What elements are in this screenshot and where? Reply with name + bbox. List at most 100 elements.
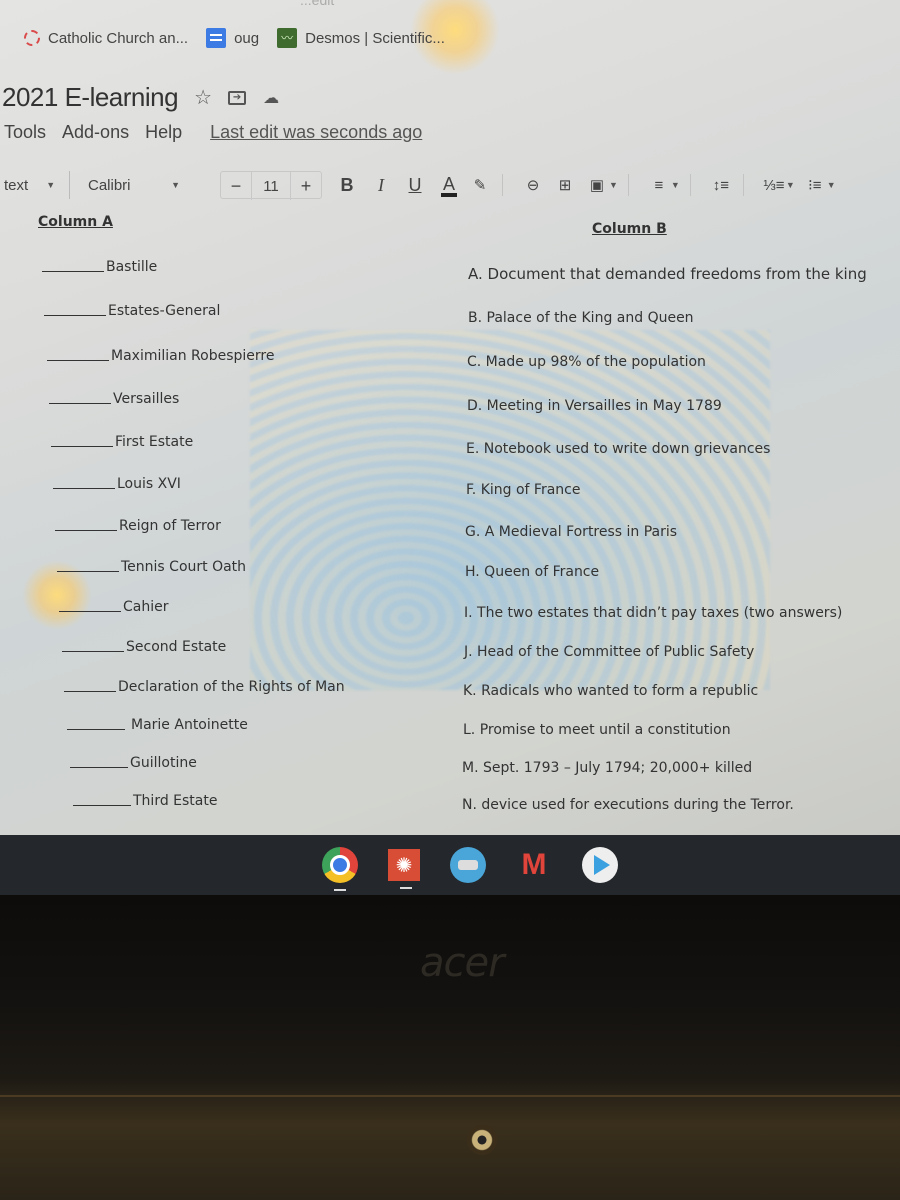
answer-blank[interactable]: [64, 691, 116, 692]
answer-blank[interactable]: [67, 729, 125, 730]
chevron-down-icon[interactable]: ▼: [609, 180, 618, 190]
menu-help[interactable]: Help: [145, 122, 182, 143]
definition-item: M. Sept. 1793 – July 1794; 20,000+ kille…: [462, 760, 753, 776]
answer-blank[interactable]: [59, 611, 121, 612]
running-indicator: [334, 889, 346, 891]
cloud-saved-icon[interactable]: ☁: [260, 88, 282, 108]
column-a-item[interactable]: Maximilian Robespierre: [47, 348, 274, 364]
play-store-icon[interactable]: [582, 847, 618, 883]
answer-blank[interactable]: [62, 651, 124, 652]
bookmark-desmos[interactable]: 〰 Desmos | Scientific...: [277, 28, 445, 48]
column-a-item[interactable]: Versailles: [49, 391, 179, 407]
screen-moire: [250, 330, 770, 690]
decrease-font-size-button[interactable]: −: [221, 172, 251, 200]
laptop-brand-logo: acer: [420, 940, 505, 986]
style-value: text: [4, 176, 29, 194]
term-text: Second Estate: [126, 639, 227, 655]
text-color-button[interactable]: A: [438, 171, 460, 199]
definition-item: E. Notebook used to write down grievance…: [466, 441, 771, 457]
column-a-item[interactable]: Third Estate: [73, 793, 217, 809]
chevron-down-icon[interactable]: ▼: [827, 180, 836, 190]
canvas-app-icon[interactable]: [388, 849, 420, 889]
align-icon[interactable]: ≡: [647, 171, 671, 199]
definition-item: G. A Medieval Fortress in Paris: [465, 524, 678, 540]
bookmark-label: Catholic Church an...: [48, 29, 189, 47]
bold-button[interactable]: B: [336, 171, 358, 199]
menu-add-ons[interactable]: Add-ons: [62, 122, 129, 143]
bulleted-list-icon[interactable]: ⁝≡: [803, 171, 827, 199]
toolbar-divider: [689, 174, 691, 196]
toolbar-divider: [502, 174, 503, 196]
column-a-item[interactable]: Estates-General: [44, 303, 220, 319]
menu-tools[interactable]: Tools: [4, 122, 46, 143]
definition-item: C. Made up 98% of the population: [467, 354, 706, 370]
column-a-item[interactable]: First Estate: [51, 434, 193, 450]
column-b-header: Column B: [592, 221, 667, 237]
move-to-folder-icon[interactable]: ➔: [228, 90, 247, 105]
answer-blank[interactable]: [70, 767, 128, 768]
paragraph-style-select[interactable]: text ▼: [0, 171, 70, 199]
answer-blank[interactable]: [55, 530, 117, 531]
desmos-icon: 〰: [277, 28, 298, 48]
definition-item: F. King of France: [466, 482, 581, 498]
answer-blank[interactable]: [51, 446, 113, 447]
definition-item: H. Queen of France: [465, 564, 600, 580]
column-a-item[interactable]: Reign of Terror: [55, 518, 221, 534]
term-text: Declaration of the Rights of Man: [118, 679, 345, 695]
column-a-item[interactable]: Declaration of the Rights of Man: [64, 679, 345, 695]
increase-font-size-button[interactable]: +: [291, 172, 321, 200]
answer-blank[interactable]: [44, 315, 106, 316]
gmail-icon[interactable]: M: [516, 847, 552, 883]
definition-item: N. device used for executions during the…: [462, 797, 794, 813]
term-text: Cahier: [123, 599, 169, 615]
bookmark-oug[interactable]: oug: [206, 28, 259, 48]
answer-blank[interactable]: [73, 805, 131, 806]
url-bar-remnant[interactable]: ...edit: [300, 0, 334, 8]
column-a-item[interactable]: Tennis Court Oath: [57, 559, 246, 575]
toolbar-divider: [627, 174, 629, 196]
term-text: Bastille: [106, 259, 158, 275]
underline-button[interactable]: U: [404, 171, 426, 199]
menu-bar: Tools Add-ons Help Last edit was seconds…: [4, 122, 422, 143]
chrome-icon[interactable]: [322, 847, 358, 891]
answer-blank[interactable]: [57, 571, 119, 572]
document-title[interactable]: 2021 E-learning: [2, 82, 179, 113]
classroom-app-icon[interactable]: [450, 847, 486, 883]
definition-item: I. The two estates that didn’t pay taxes…: [464, 605, 843, 621]
numbered-list-icon[interactable]: ⅓≡: [762, 171, 786, 199]
toolbar-divider: [742, 174, 744, 196]
text-color-label: A: [442, 173, 455, 194]
star-icon[interactable]: ☆: [192, 85, 214, 110]
font-value: Calibri: [88, 176, 131, 194]
last-edit-link[interactable]: Last edit was seconds ago: [210, 122, 422, 143]
bookmark-label: oug: [234, 29, 260, 47]
term-text: Maximilian Robespierre: [111, 348, 275, 364]
highlight-icon[interactable]: ✎: [468, 171, 492, 199]
column-a-item[interactable]: Cahier: [59, 599, 169, 615]
answer-blank[interactable]: [47, 360, 109, 361]
link-icon[interactable]: ⊖: [521, 171, 545, 199]
column-a-item[interactable]: Louis XVI: [53, 476, 181, 492]
comment-icon[interactable]: ⊞: [553, 171, 577, 199]
font-size-input[interactable]: 11: [251, 172, 291, 200]
column-a-item[interactable]: Bastille: [42, 259, 157, 275]
font-size-control: − 11 +: [220, 171, 322, 200]
column-a-item[interactable]: Guillotine: [70, 755, 197, 771]
italic-button[interactable]: I: [370, 171, 392, 199]
bookmark-label: Desmos | Scientific...: [305, 29, 445, 47]
column-a-item[interactable]: Second Estate: [62, 639, 226, 655]
font-select[interactable]: Calibri ▼: [70, 171, 190, 199]
answer-blank[interactable]: [42, 271, 104, 272]
formatting-toolbar: text ▼ Calibri ▼ − 11 + B I U A ✎ ⊖ ⊞ ▣ …: [0, 168, 900, 202]
line-spacing-icon[interactable]: ↕≡: [709, 171, 733, 199]
image-icon[interactable]: ▣: [585, 171, 609, 199]
answer-blank[interactable]: [53, 488, 115, 489]
google-docs-icon: [206, 28, 227, 48]
chevron-down-icon[interactable]: ▼: [786, 180, 795, 190]
webcam: [467, 1125, 497, 1155]
bookmark-catholic-church[interactable]: Catholic Church an...: [24, 30, 188, 47]
chevron-down-icon[interactable]: ▼: [671, 180, 680, 190]
definition-item: J. Head of the Committee of Public Safet…: [464, 644, 755, 660]
answer-blank[interactable]: [49, 403, 111, 404]
column-a-item[interactable]: Marie Antoinette: [67, 717, 248, 733]
